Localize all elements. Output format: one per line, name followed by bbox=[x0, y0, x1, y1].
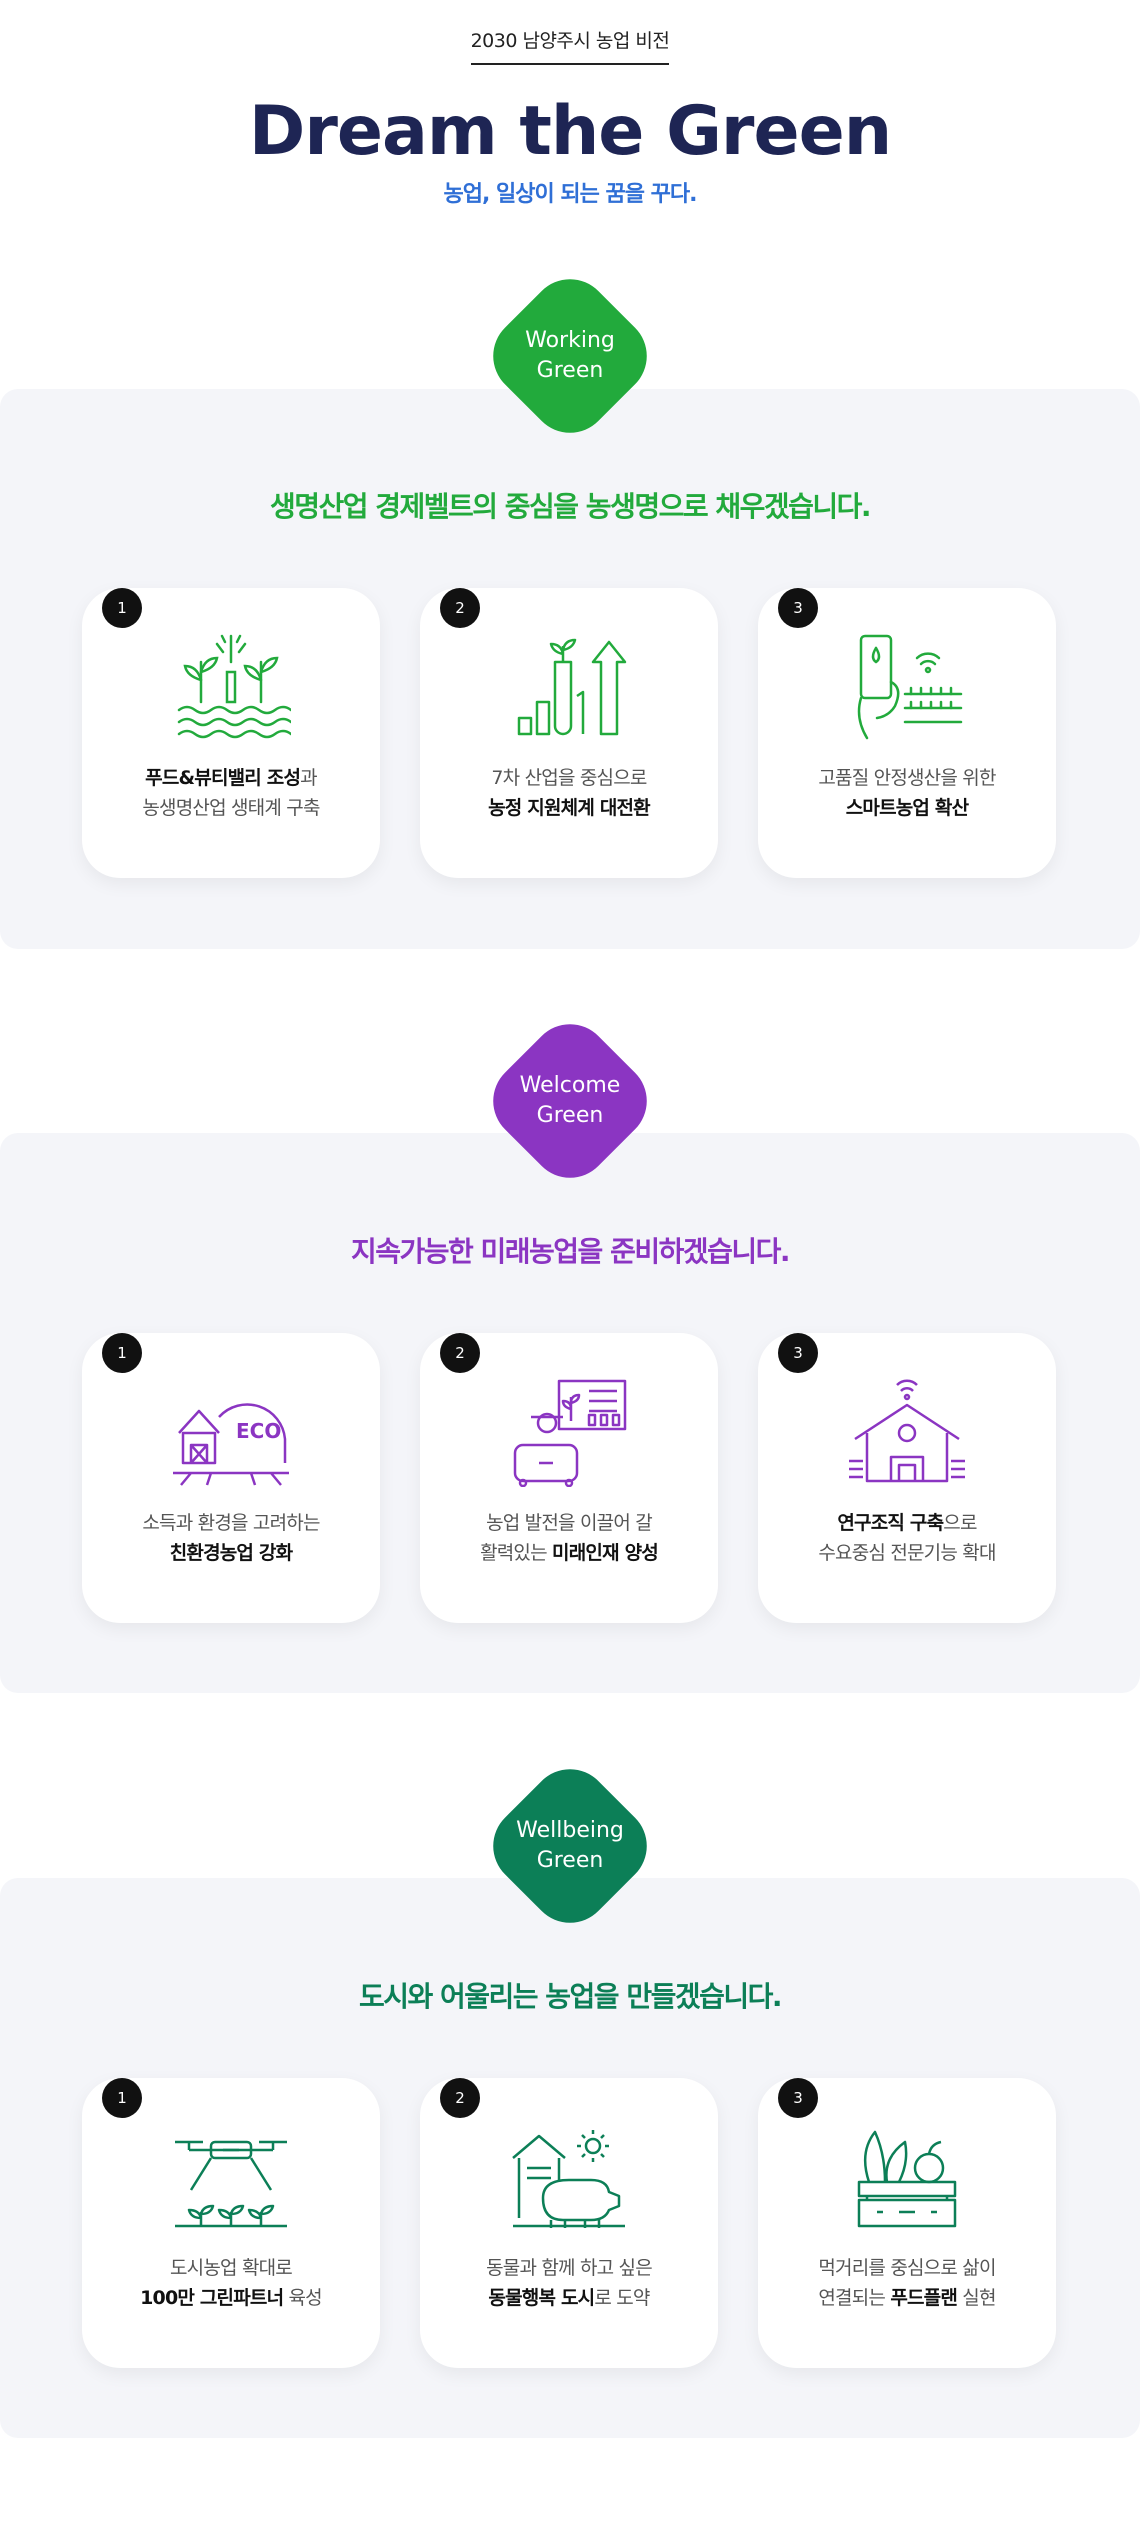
page-subtitle: 농업, 일상이 되는 꿈을 꾸다. bbox=[443, 182, 698, 207]
card-text: 푸드&뷰티밸리 조성과 농생명산업 생태계 구축 bbox=[142, 767, 320, 819]
growth-chart-icon bbox=[517, 638, 627, 736]
card-number: 1 bbox=[102, 2078, 142, 2118]
badge-working-green: Working Green bbox=[476, 262, 664, 450]
section-headline: 지속가능한 미래농업을 준비하겠습니다. bbox=[350, 1235, 791, 1268]
card-text: 소득과 환경을 고려하는 친환경농업 강화 bbox=[142, 1512, 320, 1564]
card-number: 3 bbox=[778, 2078, 818, 2118]
research-house-icon bbox=[849, 1379, 965, 1483]
eco-icon-text: ECO bbox=[236, 1419, 282, 1443]
card-research-org: 3 연구조직 구축으로 수요중심 전문기능 확대 bbox=[758, 1333, 1056, 1623]
card-number: 2 bbox=[440, 1333, 480, 1373]
card-text: 7차 산업을 중심으로 농정 지원체계 대전환 bbox=[488, 767, 651, 819]
card-text: 먹거리를 중심으로 삶이 연결되는 푸드플랜 실현 bbox=[818, 2257, 996, 2309]
sprout-irrigation-icon bbox=[177, 634, 291, 739]
card-number: 2 bbox=[440, 2078, 480, 2118]
badge-wellbeing-green: Wellbeing Green bbox=[476, 1752, 664, 1940]
badge-label: Working Green bbox=[525, 328, 615, 383]
section-headline: 생명산업 경제벨트의 중심을 농생명으로 채우겠습니다. bbox=[269, 490, 872, 523]
badge-label: Welcome Green bbox=[519, 1073, 621, 1128]
eyebrow-text: 2030 남양주시 농업 비전 bbox=[470, 26, 670, 65]
card-food-beauty-valley: 1 푸드&뷰티밸리 조성과 농생명산업 생태계 구축 bbox=[82, 588, 380, 878]
card-number: 1 bbox=[102, 1333, 142, 1373]
card-future-talent: 2 농업 발전을 이끌어 갈 활력있는 미래인재 양성 bbox=[420, 1333, 718, 1623]
card-number: 2 bbox=[440, 588, 480, 628]
badge-label: Wellbeing Green bbox=[516, 1818, 624, 1873]
card-text: 고품질 안정생산을 위한 스마트농업 확산 bbox=[818, 767, 996, 819]
card-text: 도시농업 확대로 100만 그린파트너 육성 bbox=[140, 2257, 323, 2309]
card-food-plan: 3 먹거리를 중심으로 삶이 연결되는 푸드플랜 실현 bbox=[758, 2078, 1056, 2368]
animal-welfare-icon bbox=[512, 2130, 625, 2228]
card-animal-welfare: 2 동물과 함께 하고 싶은 동물행복 도시로 도약 bbox=[420, 2078, 718, 2368]
produce-crate-icon bbox=[857, 2130, 957, 2228]
page-title: Dream the Green bbox=[248, 92, 892, 171]
card-text: 연구조직 구축으로 수요중심 전문기능 확대 bbox=[818, 1512, 996, 1564]
card-number: 1 bbox=[102, 588, 142, 628]
drone-seedling-icon bbox=[175, 2140, 287, 2228]
badge-welcome-green: Welcome Green bbox=[476, 1007, 664, 1195]
card-smart-farm: 3 고품질 안정생산을 위한 스마트농업 확산 bbox=[758, 588, 1056, 878]
card-number: 3 bbox=[778, 1333, 818, 1373]
card-green-partner: 1 도시농업 확대로 100만 그린파트너 육성 bbox=[82, 2078, 380, 2368]
farmer-training-icon bbox=[513, 1379, 627, 1487]
card-number: 3 bbox=[778, 588, 818, 628]
section-headline: 도시와 어울리는 농업을 만들겠습니다. bbox=[358, 1980, 783, 2013]
smart-farm-icon bbox=[857, 634, 963, 740]
vision-eyebrow: 2030 남양주시 농업 비전 bbox=[0, 26, 1140, 65]
card-text: 농업 발전을 이끌어 갈 활력있는 미래인재 양성 bbox=[480, 1512, 659, 1564]
card-text: 동물과 함께 하고 싶은 동물행복 도시로 도약 bbox=[486, 2257, 653, 2309]
card-agri-support-system: 2 7차 산업을 중심으로 농정 지원체계 대전환 bbox=[420, 588, 718, 878]
card-eco-farming: 1 ECO 소득과 환경을 고려하는 친환경농업 강화 bbox=[82, 1333, 380, 1623]
